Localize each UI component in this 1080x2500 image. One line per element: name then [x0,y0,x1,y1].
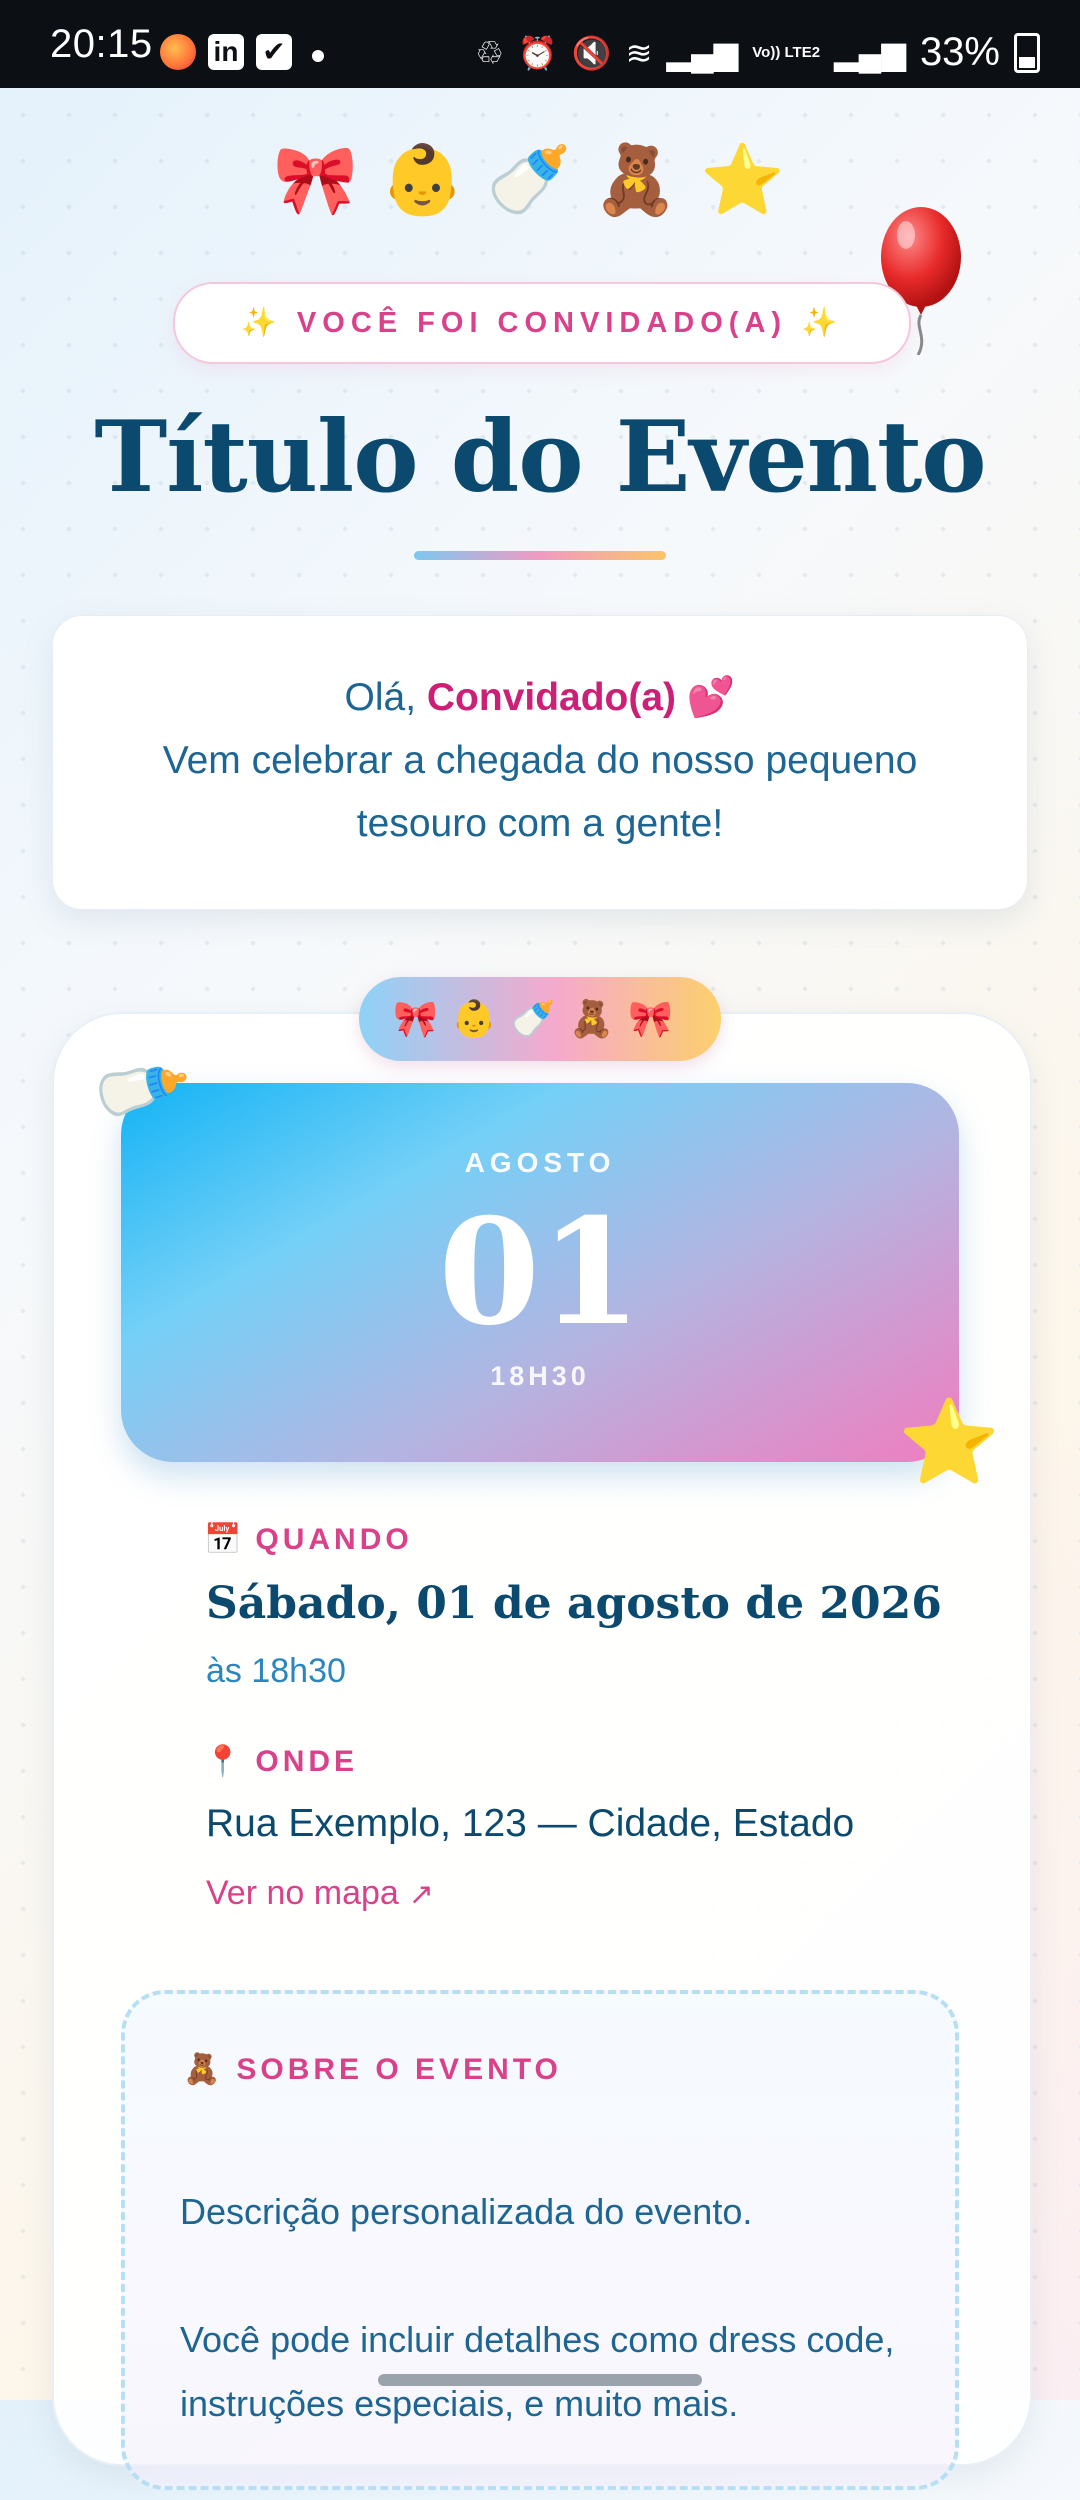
about-section-label: 🧸 SOBRE O EVENTO [183,2052,562,2087]
guest-name: Convidado(a) [426,676,677,719]
view-map-label: Ver no mapa [206,1874,399,1912]
about-paragraph: Você pode incluir detalhes como dress co… [180,2319,895,2424]
greeting-card: Olá, Convidado(a) 💕 Vem celebrar a chega… [52,615,1028,910]
firefox-icon [160,34,196,70]
title-underline [414,551,666,560]
invite-badge: ✨ VOCÊ FOI CONVIDADO(A) ✨ [173,282,911,364]
wifi-icon: ≋ [625,34,653,71]
location-pin-icon: 📍 [204,1745,242,1778]
date-month: AGOSTO [464,1147,616,1178]
network-type-label: Vo)) LTE2 [752,43,821,61]
about-section: 🧸 SOBRE O EVENTO Descrição personalizada … [121,1990,959,2490]
battery-percent: 33% [919,30,1000,74]
mute-icon: 🔇 [571,34,612,71]
event-date: Sábado, 01 de agosto de 2026 [206,1578,942,1629]
event-address: Rua Exemplo, 123 — Cidade, Estado [206,1802,855,1845]
status-icons: ♲ ⏰ 🔇 ≋ ▂▄▆ Vo)) LTE2 ▂▄▆ 33% [475,30,1040,75]
heart-icon: 💕 [676,676,736,719]
when-section-label: 📅 QUANDO [204,1522,413,1557]
status-time: 20:15 [50,22,153,66]
battery-icon [1014,32,1040,73]
when-label-text: QUANDO [255,1523,413,1556]
greeting-hello: Olá, [344,676,427,719]
checkbox-app-icon: ✔ [256,34,292,70]
about-paragraph: Descrição personalizada do evento. [180,2191,753,2232]
where-section-label: 📍 ONDE [204,1744,358,1779]
date-highlight: AGOSTO 01 18H30 [121,1083,959,1462]
about-description: Descrição personalizada do evento. Você … [180,2180,920,2500]
signal-icon: ▂▄▆ [666,34,739,71]
battery-saver-icon: ♲ [475,34,504,71]
calendar-icon: 📅 [204,1523,242,1556]
star-icon: ⭐ [898,1397,1001,1488]
greeting-message: Vem celebrar a chegada do nosso pequeno … [162,739,918,845]
where-label-text: ONDE [255,1745,359,1778]
about-label-text: SOBRE O EVENTO [236,2053,562,2086]
view-map-link[interactable]: Ver no mapa ↗ [206,1874,434,1913]
alarm-icon: ⏰ [517,34,558,71]
home-indicator[interactable] [378,2374,702,2386]
greeting-line: Olá, Convidado(a) 💕 [53,666,1027,729]
status-bar: 20:15 in ✔ ♲ ⏰ 🔇 ≋ ▂▄▆ Vo)) LTE2 ▂▄▆ 33% [0,0,1080,88]
linkedin-icon: in [208,34,244,70]
page-title: Título do Evento [94,400,986,515]
date-day: 01 [438,1187,642,1358]
date-time: 18H30 [490,1361,590,1391]
external-link-icon: ↗ [408,1878,434,1911]
emoji-badge: 🎀👶🍼🧸🎀 [359,977,721,1061]
signal-icon-2: ▂▄▆ [834,34,906,71]
event-time: às 18h30 [206,1652,346,1690]
teddy-bear-icon: 🧸 [183,2053,221,2086]
notification-dot-icon [312,50,324,62]
